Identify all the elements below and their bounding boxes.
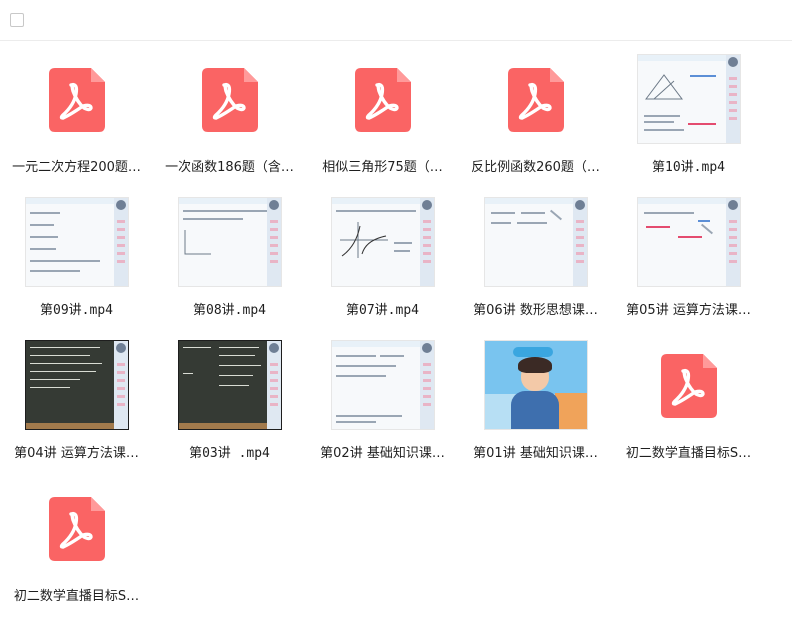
file-item[interactable]: 第06讲 数形思想课… bbox=[459, 195, 612, 325]
file-name: 第10讲.mp4 bbox=[652, 160, 725, 175]
file-item[interactable]: 第10讲.mp4 bbox=[612, 52, 765, 182]
file-name: 初二数学直播目标S… bbox=[625, 446, 752, 461]
file-name: 相似三角形75题（… bbox=[322, 160, 443, 175]
video-thumbnail bbox=[177, 197, 282, 287]
select-all-checkbox[interactable] bbox=[10, 13, 24, 27]
pdf-file-icon bbox=[354, 68, 411, 132]
file-item[interactable]: 第09讲.mp4 bbox=[0, 195, 153, 325]
file-item[interactable]: 第08讲.mp4 bbox=[153, 195, 306, 325]
video-thumbnail bbox=[177, 340, 282, 430]
video-thumbnail bbox=[330, 197, 435, 287]
file-name: 第01讲 基础知识课… bbox=[473, 446, 598, 461]
file-name: 一次函数186题（含… bbox=[165, 160, 294, 175]
video-thumbnail bbox=[24, 340, 129, 430]
video-thumbnail bbox=[330, 340, 435, 430]
file-name: 第02讲 基础知识课… bbox=[320, 446, 445, 461]
file-name: 第05讲 运算方法课… bbox=[626, 303, 751, 318]
toolbar bbox=[0, 0, 792, 41]
file-item[interactable]: 第04讲 运算方法课… bbox=[0, 338, 153, 468]
file-item[interactable]: 第05讲 运算方法课… bbox=[612, 195, 765, 325]
file-name: 初二数学直播目标S… bbox=[13, 589, 140, 604]
file-name: 第03讲 .mp4 bbox=[189, 446, 270, 461]
file-item[interactable]: 第07讲.mp4 bbox=[306, 195, 459, 325]
file-name: 反比例函数260题（… bbox=[471, 160, 600, 175]
file-item[interactable]: 第03讲 .mp4 bbox=[153, 338, 306, 468]
file-name: 一元二次方程200题… bbox=[12, 160, 141, 175]
pdf-file-icon bbox=[660, 354, 717, 418]
video-thumbnail bbox=[636, 54, 741, 144]
video-thumbnail bbox=[483, 340, 588, 430]
pdf-file-icon bbox=[201, 68, 258, 132]
file-item[interactable]: 一元二次方程200题… bbox=[0, 52, 153, 182]
video-thumbnail bbox=[636, 197, 741, 287]
file-name: 第08讲.mp4 bbox=[193, 303, 266, 318]
pdf-file-icon bbox=[48, 497, 105, 561]
file-item[interactable]: 一次函数186题（含… bbox=[153, 52, 306, 182]
video-thumbnail bbox=[483, 197, 588, 287]
file-item[interactable]: 初二数学直播目标S… bbox=[612, 338, 765, 468]
file-name: 第07讲.mp4 bbox=[346, 303, 419, 318]
file-name: 第04讲 运算方法课… bbox=[14, 446, 139, 461]
file-name: 第09讲.mp4 bbox=[40, 303, 113, 318]
pdf-file-icon bbox=[48, 68, 105, 132]
video-thumbnail bbox=[24, 197, 129, 287]
file-item[interactable]: 初二数学直播目标S… bbox=[0, 481, 153, 611]
file-name: 第06讲 数形思想课… bbox=[473, 303, 598, 318]
file-item[interactable]: 第02讲 基础知识课… bbox=[306, 338, 459, 468]
file-item[interactable]: 第01讲 基础知识课… bbox=[459, 338, 612, 468]
file-item[interactable]: 反比例函数260题（… bbox=[459, 52, 612, 182]
pdf-file-icon bbox=[507, 68, 564, 132]
file-item[interactable]: 相似三角形75题（… bbox=[306, 52, 459, 182]
